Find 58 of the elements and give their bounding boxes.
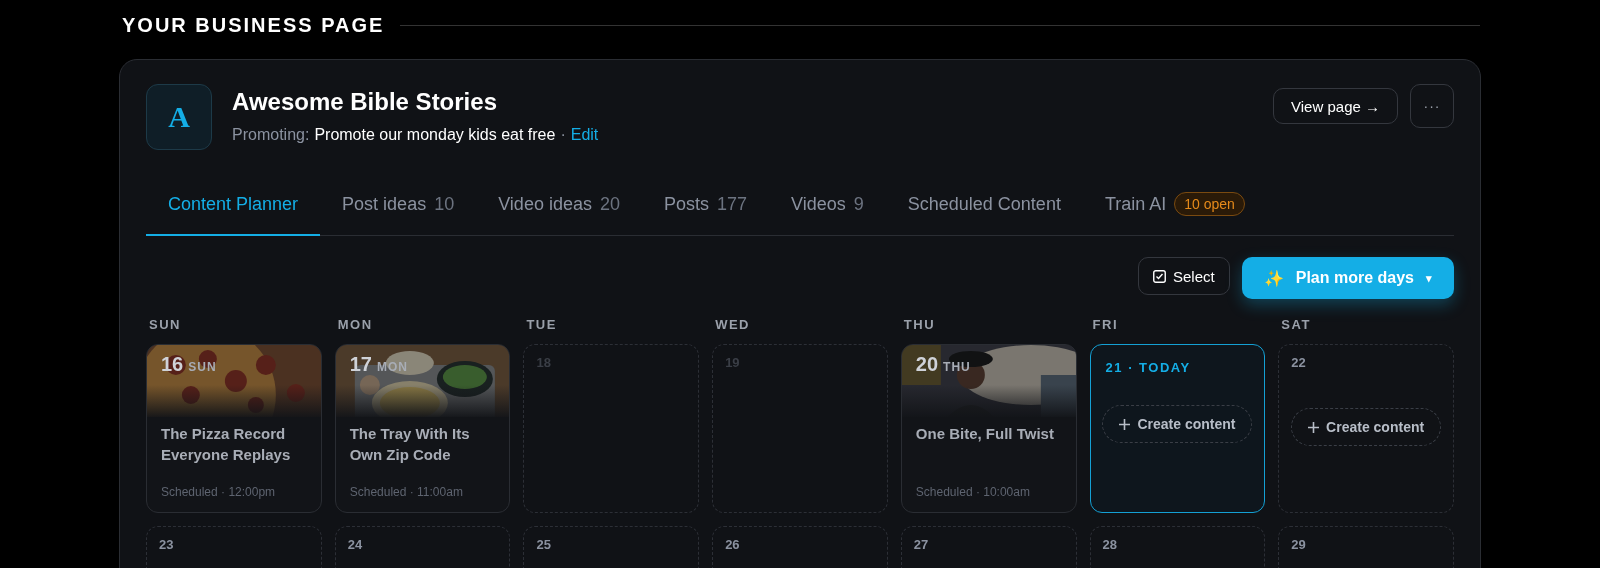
day-number: 25 — [535, 536, 552, 552]
separator: · — [560, 126, 566, 144]
day-number: 26 — [724, 536, 741, 552]
day-number: 16 — [161, 353, 184, 376]
checkbox-icon — [1153, 269, 1166, 283]
post-status: Scheduled · 11:00am — [348, 485, 464, 501]
section-title: YOUR BUSINESS PAGE — [122, 13, 385, 37]
open-count-badge: 10 open — [1174, 192, 1245, 216]
plus-icon — [1119, 418, 1131, 430]
promotion-text: Promote our monday kids eat free — [314, 126, 556, 144]
post-status: Scheduled · 10:00am — [914, 485, 1031, 501]
tab[interactable]: Posts 177 — [641, 182, 770, 236]
tab[interactable]: Videos 9 — [769, 182, 886, 236]
day-number: 28 — [1101, 536, 1119, 552]
day-number: 27 — [912, 536, 930, 552]
weekday-header: FRI — [1091, 317, 1119, 332]
scheduled-post-card[interactable]: 20 THU One Bite, Full Twist Scheduled · 10:00am — [900, 344, 1077, 513]
day-number: 17 — [349, 353, 372, 376]
day-number: 22 — [1290, 354, 1307, 370]
sparkles-icon: ✨ — [1263, 268, 1284, 288]
tab-count: 177 — [717, 193, 748, 215]
edit-link[interactable]: Edit — [570, 126, 599, 144]
tab[interactable]: Video ideas 20 — [476, 182, 642, 236]
weekday-header: SUN — [148, 317, 182, 332]
tab-count: 10 — [434, 193, 455, 215]
scheduled-post-card[interactable]: 16 SUN The Pizza Record Everyone Replays Scheduled · 12:00pm — [146, 344, 322, 513]
today-label: 21 · TODAY — [1104, 359, 1192, 375]
day-number: 23 — [158, 536, 175, 552]
post-title: The Pizza Record Everyone Replays — [160, 424, 292, 465]
scheduled-post-card[interactable]: 17 MON The Tray With Its Own Zip Code Scheduled · 11:00am — [334, 344, 511, 513]
day-number: 29 — [1290, 536, 1307, 552]
weekday-header: MON — [336, 317, 374, 332]
day-number: 20 — [915, 353, 939, 376]
tab[interactable]: Content Planner — [146, 182, 321, 236]
post-title: One Bite, Full Twist — [914, 424, 1055, 444]
weekday-header: THU — [902, 317, 937, 332]
day-number: 24 — [346, 536, 364, 552]
weekday-header: WED — [714, 317, 751, 332]
more-button[interactable]: ··· — [1410, 84, 1454, 128]
weekday-label: SUN — [188, 360, 217, 374]
weekday-label: THU — [943, 360, 971, 374]
tab-count: 9 — [853, 193, 864, 215]
weekday-header: TUE — [525, 317, 558, 332]
select-button[interactable]: Select — [1138, 257, 1230, 295]
tab-count: 20 — [599, 193, 620, 215]
post-title: The Tray With Its Own Zip Code — [348, 424, 471, 465]
business-logo: A — [146, 84, 212, 150]
promoting-label: Promoting: — [232, 126, 310, 144]
view-page-button[interactable]: View page → — [1273, 88, 1398, 124]
tab[interactable]: Post ideas 10 — [320, 182, 477, 236]
plus-icon — [1308, 421, 1320, 433]
weekday-label: MON — [376, 360, 408, 374]
tab[interactable]: Scheduled Content — [885, 182, 1083, 236]
business-name: Awesome Bible Stories — [232, 88, 498, 116]
caret-icon: ▾ — [1426, 271, 1432, 285]
weekday-header: SAT — [1280, 317, 1312, 332]
post-status: Scheduled · 12:00pm — [160, 485, 277, 501]
tab[interactable]: Train AI 10 open — [1082, 182, 1267, 236]
